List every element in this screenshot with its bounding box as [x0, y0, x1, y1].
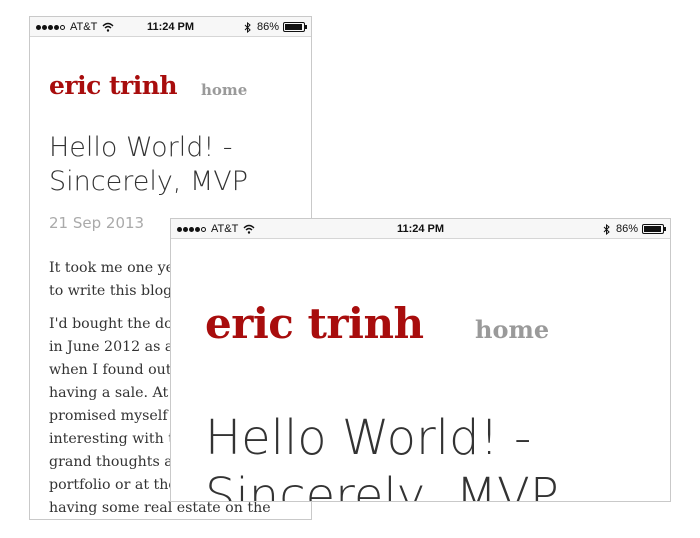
text-line: having a sale. At t — [49, 385, 179, 401]
post-title: Hello World! - Sincerely, MVP — [205, 409, 670, 502]
post-title-line: Hello World! - — [49, 132, 233, 163]
text-line: when I found out — [49, 362, 172, 378]
status-bar: AT&T 11:24 PM 86% — [171, 219, 670, 239]
post-title-line: Sincerely, MVP — [205, 468, 559, 502]
text-line: interesting with t — [49, 431, 174, 447]
post-title-line: Hello World! - — [205, 410, 532, 466]
post-title-line: Sincerely, MVP — [49, 166, 249, 197]
text-line: I'd bought the do — [49, 316, 173, 332]
battery-icon — [283, 22, 307, 32]
nav-home-link[interactable]: home — [201, 81, 247, 99]
bluetooth-icon — [244, 21, 251, 33]
nav-home-link[interactable]: home — [475, 315, 549, 344]
text-line: grand thoughts a — [49, 454, 173, 470]
text-line: to write this blog — [49, 283, 173, 299]
text-line: portfolio or at the — [49, 477, 177, 493]
site-title-link[interactable]: eric trinh — [205, 299, 424, 348]
text-line: It took me one ye — [49, 260, 175, 276]
site-title-link[interactable]: eric trinh — [49, 71, 178, 100]
battery-icon — [642, 224, 666, 234]
bluetooth-icon — [603, 223, 610, 235]
status-time: 11:24 PM — [396, 223, 445, 235]
battery-percent: 86% — [615, 223, 638, 235]
status-bar: AT&T 11:24 PM 86% — [30, 17, 311, 37]
text-line: promised myself — [49, 408, 168, 424]
text-line: having some real estate on the — [49, 500, 271, 516]
battery-percent: 86% — [256, 21, 279, 33]
landscape-phone-screen: AT&T 11:24 PM 86% eric trinh home Hello … — [170, 218, 671, 502]
post-title: Hello World! - Sincerely, MVP — [49, 131, 309, 199]
text-line: in June 2012 as a — [49, 339, 174, 355]
post-date: 21 Sep 2013 — [49, 214, 145, 232]
